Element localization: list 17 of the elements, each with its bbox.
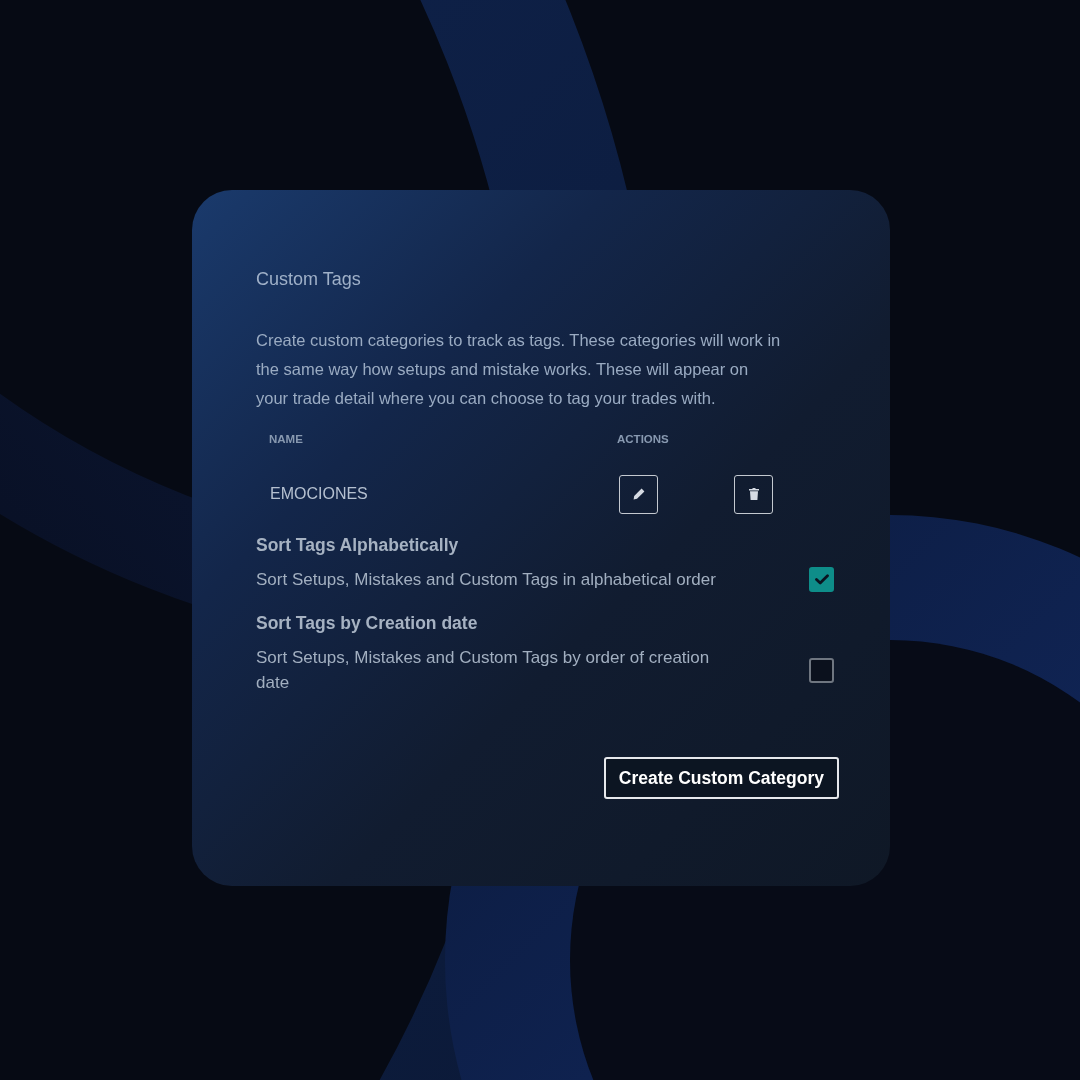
option-title: Sort Tags by Creation date bbox=[256, 612, 479, 635]
option-title: Sort Tags Alphabetically bbox=[256, 534, 460, 557]
option-description: Sort Setups, Mistakes and Custom Tags by order of creation date bbox=[256, 647, 711, 694]
checkbox[interactable] bbox=[809, 657, 834, 683]
column-header: NAME bbox=[269, 433, 304, 445]
trash-icon bbox=[748, 488, 759, 500]
create-category-button[interactable]: Create Custom Category bbox=[603, 757, 839, 799]
pencil-icon bbox=[632, 488, 645, 500]
section-description: Create custom categories to track as tags. These categories will work in the same way how setups and mistake works. These will appear on your trade detail where you can choose to tag your trades with. bbox=[256, 330, 782, 409]
tag-name: EMOCIONES bbox=[270, 485, 369, 503]
column-header: ACTIONS bbox=[617, 433, 669, 445]
edit-button[interactable] bbox=[619, 474, 658, 514]
option-description: Sort Setups, Mistakes and Custom Tags in alphabetical order bbox=[256, 569, 716, 591]
section-title: Custom Tags bbox=[256, 268, 362, 291]
checkmark-icon bbox=[814, 574, 829, 585]
delete-button[interactable] bbox=[734, 474, 773, 514]
checkbox[interactable] bbox=[809, 567, 834, 592]
